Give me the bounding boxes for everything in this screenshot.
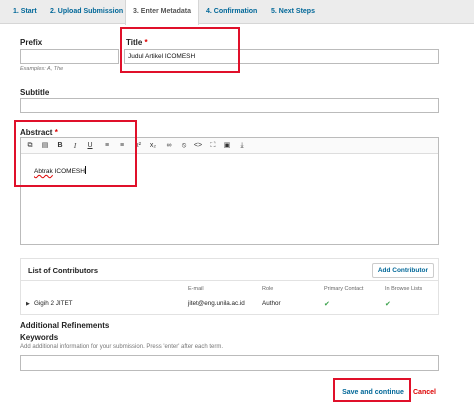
cancel-link[interactable]: Cancel (413, 385, 436, 401)
contributor-role: Author (262, 300, 281, 307)
subtitle-label: Subtitle (20, 88, 50, 97)
abstract-highlight-box (14, 120, 137, 187)
contributor-email: jitet@eng.unila.ac.id (188, 300, 245, 307)
tab-confirmation[interactable]: 4. Confirmation (206, 0, 257, 24)
browse-list-check-icon[interactable]: ✔ (385, 300, 391, 308)
unlink-icon[interactable]: ⦸ (178, 140, 190, 152)
tab-upload-submission[interactable]: 2. Upload Submission (50, 0, 123, 24)
tab-start[interactable]: 1. Start (13, 0, 37, 24)
prefix-label: Prefix (20, 38, 43, 47)
fullscreen-icon[interactable]: ⛶ (207, 140, 219, 152)
contributors-panel: List of Contributors Add Contributor E-m… (20, 258, 439, 315)
image-icon[interactable]: ▣ (221, 140, 233, 152)
contributor-name: Gigih 2 JITET (34, 300, 73, 307)
subtitle-input[interactable] (20, 98, 439, 113)
primary-contact-check-icon[interactable]: ✔ (324, 300, 330, 308)
column-in-browse-lists: In Browse Lists (385, 286, 423, 292)
prefix-input[interactable] (20, 49, 119, 64)
code-icon[interactable]: <> (192, 140, 204, 152)
column-email: E-mail (188, 286, 204, 292)
keywords-input[interactable] (20, 355, 439, 371)
keywords-hint: Add additional information for your subm… (20, 344, 224, 350)
expand-row-icon[interactable]: ▶ (26, 301, 30, 307)
link-icon[interactable]: ∞ (163, 140, 175, 152)
save-highlight-box (333, 378, 411, 402)
refinements-heading: Additional Refinements (20, 321, 110, 330)
column-role: Role (262, 286, 274, 292)
contributors-title: List of Contributors (28, 266, 98, 275)
column-primary-contact: Primary Contact (324, 286, 364, 292)
tab-next-steps[interactable]: 5. Next Steps (271, 0, 315, 24)
subscript-icon[interactable]: x₂ (147, 140, 159, 152)
keywords-label: Keywords (20, 333, 59, 342)
contributors-header: List of Contributors Add Contributor (21, 259, 438, 281)
upload-icon[interactable]: ⤓ (236, 140, 248, 152)
title-highlight-box (120, 27, 240, 73)
prefix-hint: Examples: A, The (20, 66, 64, 72)
wizard-tabs: 1. Start 2. Upload Submission 3. Enter M… (0, 0, 474, 25)
tab-enter-metadata[interactable]: 3. Enter Metadata (125, 0, 199, 25)
add-contributor-button[interactable]: Add Contributor (371, 263, 434, 278)
